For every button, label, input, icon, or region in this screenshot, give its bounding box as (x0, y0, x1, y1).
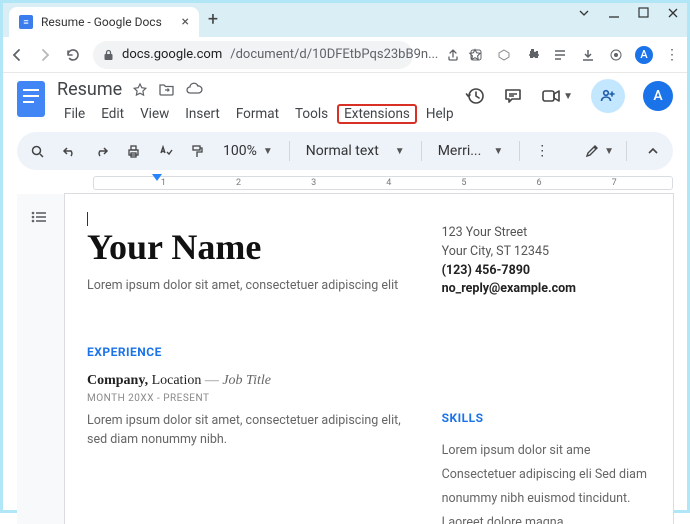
document-area: Your Name Lorem ipsum dolor sit amet, co… (17, 194, 673, 524)
outline-toggle-icon[interactable] (30, 210, 48, 524)
redo-icon[interactable] (87, 137, 115, 165)
job-dates: MONTH 20XX - PRESENT (87, 393, 412, 404)
menu-view[interactable]: View (133, 104, 176, 124)
menu-edit[interactable]: Edit (94, 104, 131, 124)
horizontal-ruler[interactable]: 1 2 3 4 5 6 7 (93, 176, 673, 190)
comments-icon[interactable] (503, 86, 523, 106)
document-title[interactable]: Resume (57, 79, 122, 100)
window-minimize-icon[interactable] (608, 7, 620, 19)
menu-format[interactable]: Format (229, 104, 286, 124)
document-page[interactable]: Your Name Lorem ipsum dolor sit amet, co… (65, 194, 673, 524)
docs-logo-icon[interactable] (17, 81, 45, 117)
lock-icon (103, 49, 114, 61)
spellcheck-icon[interactable] (151, 137, 179, 165)
address-bar[interactable]: docs.google.com/document/d/10DFEtbPqs23b… (93, 41, 413, 69)
menu-help[interactable]: Help (419, 104, 461, 124)
collapse-toolbar-icon[interactable] (639, 137, 667, 165)
nav-back-icon[interactable] (9, 47, 31, 63)
font-select[interactable]: Merri...▼ (430, 143, 512, 159)
zoom-select[interactable]: 100%▼ (215, 143, 281, 159)
url-path: /document/d/10DFEtbPqs23bB9n... (230, 47, 438, 62)
meet-icon[interactable]: ▼ (541, 88, 573, 104)
search-menus-icon[interactable] (23, 137, 51, 165)
extensions-puzzle-icon[interactable] (523, 46, 541, 64)
experience-heading: EXPERIENCE (87, 345, 412, 359)
nav-reload-icon[interactable] (65, 47, 87, 63)
undo-icon[interactable] (55, 137, 83, 165)
skills-text: Lorem ipsum dolor sit ame Consectetuer a… (442, 439, 651, 510)
editing-mode-icon[interactable]: ▼ (584, 143, 614, 159)
menu-file[interactable]: File (57, 104, 92, 124)
skills-heading: SKILLS (442, 411, 651, 425)
cloud-saved-icon[interactable] (185, 82, 203, 98)
job-line: Company, Location — Job Title (87, 373, 412, 389)
ext-icon-3[interactable] (607, 46, 625, 64)
download-icon[interactable] (579, 46, 597, 64)
browser-titlebar: ≡ Resume - Google Docs × + (3, 3, 687, 37)
share-button[interactable] (591, 79, 625, 113)
text-cursor (87, 212, 88, 226)
resume-name: Your Name (87, 226, 412, 268)
window-close-icon[interactable] (667, 7, 679, 19)
url-host: docs.google.com (122, 47, 222, 62)
resume-tagline: Lorem ipsum dolor sit amet, consectetuer… (87, 278, 412, 293)
reading-list-icon[interactable] (551, 46, 569, 64)
paint-format-icon[interactable] (183, 137, 211, 165)
print-icon[interactable] (119, 137, 147, 165)
browser-menu-icon[interactable]: ⋮ (663, 46, 681, 64)
new-tab-button[interactable]: + (199, 9, 227, 32)
window-maximize-icon[interactable] (638, 7, 649, 19)
contact-block: 123 Your Street Your City, ST 12345 (123… (442, 224, 651, 299)
docs-favicon: ≡ (19, 15, 33, 29)
job-description: Lorem ipsum dolor sit amet, consectetuer… (87, 412, 412, 450)
menu-insert[interactable]: Insert (178, 104, 227, 124)
browser-tab[interactable]: ≡ Resume - Google Docs × (9, 7, 199, 37)
style-select[interactable]: Normal text▼ (298, 143, 413, 159)
ext-icon-2[interactable] (495, 46, 513, 64)
browser-profile-avatar[interactable]: A (635, 46, 653, 64)
nav-forward-icon[interactable] (37, 47, 59, 63)
docs-toolbar: 100%▼ Normal text▼ Merri...▼ ⋮ ▼ (17, 132, 673, 170)
account-avatar[interactable]: A (643, 81, 673, 111)
browser-toolbar: docs.google.com/document/d/10DFEtbPqs23b… (3, 37, 687, 73)
history-icon[interactable] (465, 86, 485, 106)
ext-icon-1[interactable] (467, 46, 485, 64)
docs-menubar: File Edit View Insert Format Tools Exten… (57, 104, 461, 124)
more-tools-icon[interactable]: ⋮ (528, 137, 556, 165)
skills-trail: Laoreet dolore magna (442, 514, 651, 524)
menu-tools[interactable]: Tools (288, 104, 335, 124)
star-icon[interactable] (132, 82, 148, 98)
docs-header: Resume File Edit View Insert Format Tool… (3, 73, 687, 128)
tab-close-icon[interactable]: × (182, 14, 189, 30)
menu-extensions[interactable]: Extensions (337, 104, 417, 124)
move-folder-icon[interactable] (158, 82, 175, 98)
share-url-icon[interactable] (446, 48, 460, 62)
tab-title: Resume - Google Docs (41, 15, 162, 29)
chevron-down-icon[interactable] (578, 7, 590, 19)
